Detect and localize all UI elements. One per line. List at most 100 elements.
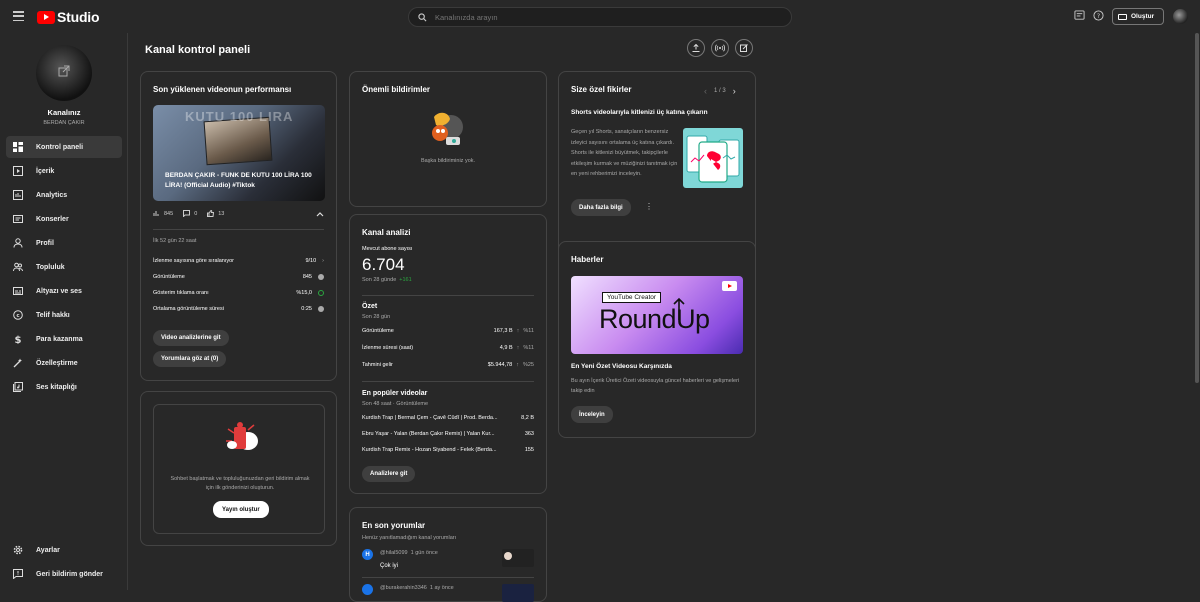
chevron-up-icon[interactable]: [316, 211, 324, 217]
sidebar-item-label: Ayarlar: [36, 546, 60, 554]
thumbs-up-icon: [207, 210, 215, 217]
logo-text: Studio: [57, 9, 100, 25]
comment-time: 1 gün önce: [410, 550, 438, 556]
video-thumbnail[interactable]: KUTU 100 LIRA BERDAN ÇAKIR - FUNK DE KUT…: [153, 105, 325, 201]
comment-video-thumbnail[interactable]: [502, 549, 534, 567]
sidebar-item-content[interactable]: İçerik: [6, 160, 122, 182]
sidebar-item-dashboard[interactable]: Kontrol paneli: [6, 136, 122, 158]
sidebar-item-copyright[interactable]: c Telif hakkı: [6, 304, 122, 326]
top-video-title: Kurdish Trap | Bermal Çem - Çavê Cûdî | …: [362, 415, 498, 421]
pager-text: 1 / 3: [714, 88, 726, 94]
sidebar-item-label: Geri bildirim gönder: [36, 570, 103, 578]
profile-icon: [12, 237, 24, 249]
metric-change: %11: [523, 345, 534, 351]
page-scrollbar[interactable]: [1195, 33, 1199, 383]
video-analytics-button[interactable]: Video analizlerine git: [153, 330, 229, 346]
idea-heading: Shorts videolarıyla kitlenizi üç katına …: [571, 109, 708, 116]
notifications-card: Önemli bildirimler Başka bildiriminiz yo…: [349, 71, 547, 207]
divider: [362, 381, 534, 382]
learn-more-button[interactable]: Daha fazla bilgi: [571, 199, 631, 216]
sidebar-item-label: Kontrol paneli: [36, 143, 84, 151]
comments-count: 0: [194, 210, 198, 217]
comment-meta: @hilal5099 1 gün önce: [380, 550, 438, 556]
account-avatar[interactable]: [1173, 9, 1188, 24]
metric-label: Tahmini gelir: [362, 362, 393, 368]
subscribers-change: Son 28 günde +161: [362, 277, 412, 283]
likes-count: 13: [218, 210, 225, 217]
sidebar-item-feedback[interactable]: Geri bildirim gönder: [6, 563, 122, 585]
top-video-title: Ebru Yaşar - Yalan (Berdan Çakır Remix) …: [362, 431, 495, 437]
news-thumbnail[interactable]: YouTube Creator RoundUp: [571, 276, 743, 354]
sidebar-item-audio-library[interactable]: Ses kitaplığı: [6, 376, 122, 398]
sidebar-item-subtitles[interactable]: Altyazı ve ses: [6, 280, 122, 302]
divider: [362, 577, 534, 578]
help-icon[interactable]: ?: [1093, 10, 1104, 21]
create-post-button[interactable]: [735, 39, 753, 57]
go-to-analytics-button[interactable]: Analizlere git: [362, 466, 416, 482]
card-title: Önemli bildirimler: [362, 85, 431, 94]
top-video-views: 8,2 B: [521, 415, 534, 421]
metric-value: 4,9 B: [499, 345, 513, 351]
search-box[interactable]: [408, 7, 792, 27]
sidebar-item-community[interactable]: Topluluk: [6, 256, 122, 278]
channel-avatar[interactable]: [36, 45, 92, 101]
messages-icon[interactable]: [1074, 10, 1085, 21]
chevron-left-icon[interactable]: ‹: [704, 86, 707, 96]
sidebar-item-settings[interactable]: Ayarlar: [6, 539, 122, 561]
chevron-right-icon[interactable]: ›: [733, 86, 736, 96]
stat-value: %15,0: [296, 290, 312, 296]
community-icon: [12, 261, 24, 273]
sidebar-item-monetization[interactable]: $ Para kazanma: [6, 328, 122, 350]
info-icon[interactable]: [318, 274, 324, 280]
more-options-icon[interactable]: ⋮: [645, 202, 653, 211]
studio-logo[interactable]: Studio: [37, 9, 100, 25]
sidebar-item-label: İçerik: [36, 167, 55, 175]
hamburger-menu-icon[interactable]: [13, 11, 24, 21]
stat-value: 845: [302, 274, 312, 280]
copyright-icon: c: [12, 309, 24, 321]
sidebar-item-label: Ses kitaplığı: [36, 383, 77, 391]
chevron-right-icon[interactable]: ›: [322, 258, 324, 264]
card-title: Size özel fikirler: [571, 85, 632, 94]
stat-row: İzlenme sayısına göre sıralanıyor 9/10 ›: [153, 258, 324, 264]
period-label: İlk 52 gün 22 saat: [153, 238, 197, 244]
top-video-row[interactable]: Ebru Yaşar - Yalan (Berdan Çakır Remix) …: [362, 431, 534, 437]
change-label: Son 28 günde: [362, 277, 397, 283]
stat-row: Görüntüleme 845: [153, 274, 324, 280]
svg-text:?: ?: [1097, 12, 1100, 20]
create-post-button[interactable]: Yayın oluştur: [213, 501, 269, 518]
search-input[interactable]: [435, 12, 765, 22]
thumbnail-watermark-text: KUTU 100 LIRA: [185, 109, 294, 124]
summary-period: Son 28 gün: [362, 314, 391, 320]
top-video-views: 155: [524, 447, 534, 453]
go-live-button[interactable]: [711, 39, 729, 57]
create-button[interactable]: Oluştur: [1112, 8, 1164, 25]
summary-row: İzlenme süresi (saat) 4,9 B ↑ %11: [362, 345, 534, 351]
video-metrics: 845 0 13: [153, 210, 224, 217]
commenter-avatar[interactable]: H: [362, 549, 373, 560]
content-icon: [12, 165, 24, 177]
top-video-row[interactable]: Kurdish Trap Remix - Hozan Siyabend - Fe…: [362, 447, 534, 453]
info-icon[interactable]: [318, 306, 324, 312]
metric-change: %25: [522, 362, 534, 368]
sidebar-item-label: Analytics: [36, 191, 68, 199]
comment-video-thumbnail[interactable]: [502, 584, 534, 602]
sidebar-item-concerts[interactable]: Konserler: [6, 208, 122, 230]
sidebar-item-profile[interactable]: Profil: [6, 232, 122, 254]
divider: [153, 229, 324, 230]
sidebar-item-analytics[interactable]: Analytics: [6, 184, 122, 206]
card-title: Haberler: [571, 255, 604, 264]
view-comments-button[interactable]: Yorumlara göz at (0): [153, 351, 227, 367]
upload-icon: [692, 44, 700, 52]
top-video-title: Kurdish Trap Remix - Hozan Siyabend - Fe…: [362, 447, 497, 453]
concerts-icon: [12, 213, 24, 225]
top-video-row[interactable]: Kurdish Trap | Bermal Çem - Çavê Cûdî | …: [362, 415, 534, 421]
stat-row: Gösterim tıklama oranı %15,0: [153, 290, 324, 296]
comment-text: Çok iyi: [380, 563, 399, 569]
sidebar-item-customization[interactable]: Özelleştirme: [6, 352, 122, 374]
live-broadcast-icon: [715, 44, 725, 52]
stat-row: Ortalama görüntüleme süresi 0:25: [153, 306, 324, 312]
svg-text:c: c: [16, 313, 19, 319]
upload-button[interactable]: [687, 39, 705, 57]
review-button[interactable]: İnceleyin: [571, 406, 613, 423]
